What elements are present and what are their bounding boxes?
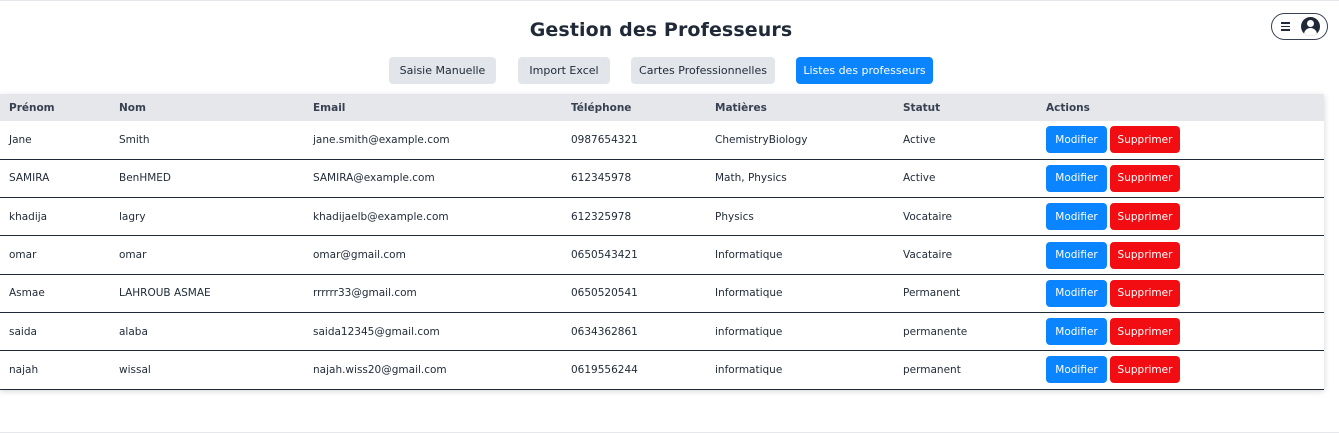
cell-email: jane.smith@example.com [313, 133, 450, 146]
cell-email: rrrrrr33@gmail.com [313, 287, 417, 300]
cell-telephone: 0650520541 [571, 287, 638, 300]
cell-actions: Modifier Supprimer [1037, 121, 1324, 159]
column-header-telephone: Téléphone [571, 101, 632, 114]
cell-prenom: omar [9, 249, 37, 262]
cell-nom: Smith [119, 133, 150, 146]
cell-telephone: 0650543421 [571, 249, 638, 262]
cell-statut: Active [903, 133, 936, 146]
cell-prenom: Asmae [9, 287, 45, 300]
supprimer-button[interactable]: Supprimer [1110, 356, 1180, 384]
table-row: Jane Smith jane.smith@example.com 098765432… [0, 121, 1324, 160]
table-row: Asmae LAHROUB ASMAE rrrrrr33@gmail.com 0650… [0, 274, 1324, 313]
user-menu-button[interactable] [1271, 13, 1328, 40]
cell-nom: wissal [119, 363, 151, 376]
user-avatar-icon [1301, 17, 1320, 36]
cell-nom: alaba [119, 325, 148, 338]
cell-matieres: informatique [715, 325, 783, 338]
cell-email: khadijaelb@example.com [313, 210, 449, 223]
table-row: SAMIRA BenHMED SAMIRA@example.com 612345978… [0, 159, 1324, 198]
cell-telephone: 612325978 [571, 210, 632, 223]
cell-nom: lagry [119, 210, 146, 223]
cell-statut: Vocataire [903, 210, 953, 223]
cell-actions: Modifier Supprimer [1037, 236, 1324, 274]
modifier-button[interactable]: Modifier [1046, 126, 1107, 154]
cell-nom: LAHROUB ASMAE [119, 287, 211, 300]
tab-bar: Saisie Manuelle Import Excel Cartes Prof… [0, 57, 1339, 84]
cell-matieres: Math, Physics [715, 172, 787, 185]
professors-table: Prénom Nom Email Téléphone Matières Stat… [0, 94, 1324, 390]
cell-matieres: ChemistryBiology [715, 133, 808, 146]
cell-actions: Modifier Supprimer [1037, 312, 1324, 350]
cell-actions: Modifier Supprimer [1037, 351, 1324, 389]
cell-prenom: khadija [9, 210, 48, 223]
cell-statut: permanent [903, 363, 961, 376]
tab-cartes-professionnelles[interactable]: Cartes Professionnelles [631, 57, 775, 84]
cell-email: omar@gmail.com [313, 249, 406, 262]
modifier-button[interactable]: Modifier [1046, 203, 1107, 231]
cell-email: SAMIRA@example.com [313, 172, 435, 185]
supprimer-button[interactable]: Supprimer [1110, 126, 1180, 154]
cell-statut: Active [903, 172, 936, 185]
cell-nom: BenHMED [119, 172, 171, 185]
cell-matieres: informatique [715, 363, 783, 376]
professors-table-container: Prénom Nom Email Téléphone Matières Stat… [0, 94, 1324, 390]
cell-telephone: 0634362861 [571, 325, 638, 338]
cell-actions: Modifier Supprimer [1037, 159, 1324, 197]
column-header-actions: Actions [1046, 101, 1090, 114]
supprimer-button[interactable]: Supprimer [1110, 318, 1180, 346]
modifier-button[interactable]: Modifier [1046, 279, 1107, 307]
cell-matieres: Informatique [715, 249, 783, 262]
column-header-prenom: Prénom [9, 101, 55, 114]
cell-nom: omar [119, 249, 147, 262]
hamburger-icon [1281, 22, 1290, 31]
table-row: saida alaba saida12345@gmail.com 0634362861… [0, 312, 1324, 351]
tab-import-excel[interactable]: Import Excel [518, 57, 610, 84]
cell-actions: Modifier Supprimer [1037, 274, 1324, 312]
tab-listes-des-professeurs[interactable]: Listes des professeurs [796, 57, 933, 84]
tab-saisie-manuelle[interactable]: Saisie Manuelle [389, 57, 496, 84]
column-header-email: Email [313, 101, 346, 114]
page-title: Gestion des Professeurs [529, 19, 793, 41]
cell-telephone: 612345978 [571, 172, 632, 185]
cell-statut: permanente [903, 325, 968, 338]
table-row: omar omar omar@gmail.com 0650543421 Informat… [0, 236, 1324, 275]
cell-statut: Permanent [903, 287, 961, 300]
column-header-matieres: Matières [715, 101, 767, 114]
supprimer-button[interactable]: Supprimer [1110, 203, 1180, 231]
modifier-button[interactable]: Modifier [1046, 356, 1107, 384]
supprimer-button[interactable]: Supprimer [1110, 241, 1180, 269]
table-header-row: Prénom Nom Email Téléphone Matières Stat… [0, 94, 1324, 121]
modifier-button[interactable]: Modifier [1046, 241, 1107, 269]
cell-matieres: Informatique [715, 287, 783, 300]
cell-statut: Vacataire [903, 249, 953, 262]
cell-telephone: 0987654321 [571, 133, 638, 146]
cell-prenom: Jane [9, 133, 32, 146]
modifier-button[interactable]: Modifier [1046, 164, 1107, 192]
cell-actions: Modifier Supprimer [1037, 198, 1324, 236]
modifier-button[interactable]: Modifier [1046, 318, 1107, 346]
table-row: khadija lagry khadijaelb@example.com 612325… [0, 198, 1324, 236]
cell-email: najah.wiss20@gmail.com [313, 363, 447, 376]
cell-email: saida12345@gmail.com [313, 325, 440, 338]
cell-matieres: Physics [715, 210, 754, 223]
cell-telephone: 0619556244 [571, 363, 638, 376]
supprimer-button[interactable]: Supprimer [1110, 164, 1180, 192]
cell-prenom: saida [9, 325, 37, 338]
column-header-statut: Statut [903, 101, 941, 114]
supprimer-button[interactable]: Supprimer [1110, 279, 1180, 307]
cell-prenom: najah [9, 363, 39, 376]
table-row: najah wissal najah.wiss20@gmail.com 0619556… [0, 351, 1324, 390]
cell-prenom: SAMIRA [9, 172, 50, 185]
column-header-nom: Nom [119, 101, 146, 114]
